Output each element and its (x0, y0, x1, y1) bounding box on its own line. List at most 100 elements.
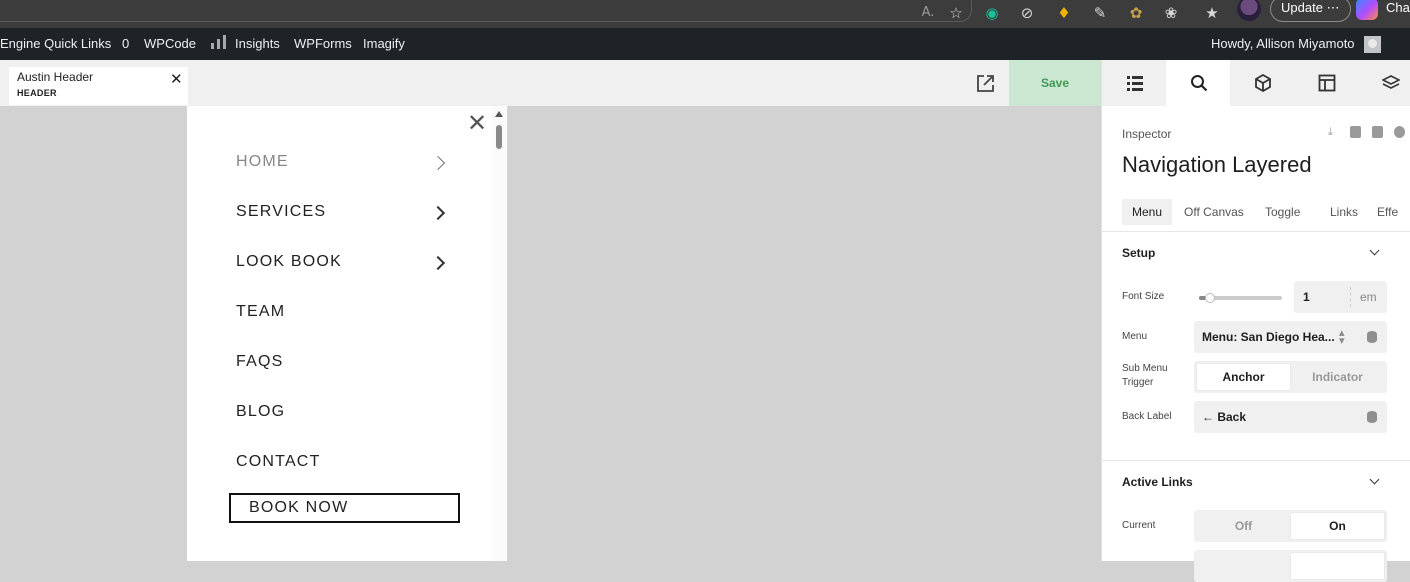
browser-toolbar: A. ☆ ◉ ⊘ ♦ ✎ ✿ ❀ ★ Update ⋯ Chat (0, 0, 1410, 28)
insights-menu[interactable]: Insights (235, 28, 280, 60)
tab-inspector[interactable] (1166, 60, 1230, 106)
chevron-down-icon[interactable] (1369, 245, 1380, 256)
scrollbar-thumb[interactable] (496, 125, 502, 149)
option-off[interactable]: Off (1197, 513, 1290, 539)
menu-item-blog[interactable]: BLOG (236, 403, 285, 421)
update-button[interactable]: Update ⋯ (1270, 0, 1351, 22)
font-size-unit[interactable]: em (1360, 290, 1377, 304)
font-size-value[interactable]: 1 (1303, 290, 1310, 304)
menu-item-home[interactable]: HOME (236, 153, 289, 171)
select-arrows-icon: ▴ ▾ (1339, 326, 1345, 347)
wpforms-menu[interactable]: WPForms (294, 28, 352, 60)
menu-item-contact[interactable]: CONTACT (236, 453, 321, 471)
tab-layers[interactable] (1358, 60, 1410, 106)
dynamic-data-icon[interactable] (1367, 411, 1377, 423)
inspector-panel: Inspector ⤓ Navigation Layered Menu Off … (1101, 60, 1410, 582)
color-extension-icon[interactable]: ♦ (1054, 3, 1074, 23)
move-up-icon[interactable]: ⤓ (1328, 126, 1339, 138)
offcanvas-menu-panel: ✕ HOME SERVICES LOOK BOOK TEAM FAQS BLOG… (187, 106, 507, 561)
menu-item-team[interactable]: TEAM (236, 303, 285, 321)
document-tab[interactable]: Austin Header HEADER ✕ (9, 67, 188, 105)
address-bar-edge (0, 0, 972, 22)
gear-icon[interactable] (1394, 126, 1405, 138)
menu-select[interactable]: Menu: San Diego Hea... ▴ ▾ (1194, 321, 1387, 353)
divider (1350, 287, 1351, 307)
preview-canvas (0, 106, 1101, 561)
quick-links-menu[interactable]: Engine Quick Links (0, 28, 111, 60)
setup-section-title: Setup (1122, 246, 1156, 260)
favorites-list-icon[interactable]: ★ (1202, 3, 1222, 23)
pen-extension-icon[interactable]: ✎ (1090, 3, 1110, 23)
scrollbar[interactable] (492, 106, 506, 561)
option-anchor[interactable]: Anchor (1197, 364, 1290, 390)
tab-elements[interactable] (1230, 60, 1294, 106)
profile-avatar[interactable] (1237, 0, 1261, 21)
list-icon (1127, 76, 1143, 91)
tab-toggle[interactable]: Toggle (1255, 199, 1310, 225)
dynamic-data-icon[interactable] (1367, 331, 1377, 343)
submenu-trigger-toggle[interactable]: Anchor Indicator (1194, 361, 1387, 393)
chevron-right-icon[interactable] (430, 255, 446, 271)
favorite-star-icon[interactable]: ☆ (946, 3, 966, 23)
chevron-down-icon[interactable] (1369, 474, 1380, 485)
comments-count[interactable]: 0 (122, 28, 129, 60)
current-label: Current (1122, 520, 1156, 531)
save-button[interactable]: Save (1009, 60, 1101, 106)
layers-icon (1382, 75, 1400, 89)
font-size-slider[interactable] (1199, 293, 1282, 303)
document-title: Austin Header (17, 70, 94, 84)
external-link-icon[interactable] (976, 74, 995, 93)
option-indicator[interactable]: Indicator (1291, 364, 1384, 390)
option-partial[interactable] (1291, 553, 1384, 579)
inspector-subtabs: Menu Off Canvas Toggle Links Effe (1122, 199, 1410, 225)
chevron-right-icon[interactable] (430, 205, 446, 221)
back-label-value[interactable]: ← Back (1202, 410, 1246, 424)
close-tab-icon[interactable]: ✕ (170, 70, 183, 88)
imagify-menu[interactable]: Imagify (363, 28, 405, 60)
search-icon (1191, 75, 1208, 92)
back-label-input[interactable]: ← Back (1194, 401, 1387, 433)
builder-topbar: Austin Header HEADER ✕ Save (0, 60, 1101, 106)
extensions-puzzle-icon[interactable]: ❀ (1161, 3, 1181, 23)
tab-effects[interactable]: Effe (1367, 199, 1408, 225)
insights-chart-icon (211, 35, 227, 49)
current-toggle[interactable]: Off On (1194, 510, 1387, 542)
layout-icon (1318, 74, 1336, 92)
chevron-right-icon[interactable] (430, 155, 446, 171)
document-type: HEADER (17, 88, 57, 98)
chat-button[interactable]: Chat (1386, 0, 1410, 16)
box-icon (1255, 74, 1271, 92)
user-avatar[interactable] (1364, 36, 1381, 53)
next-toggle-partial[interactable] (1194, 550, 1387, 582)
back-label-label: Back Label (1122, 411, 1172, 422)
read-aloud-icon[interactable]: A. (918, 3, 938, 23)
tab-layout[interactable] (1294, 60, 1358, 106)
menu-item-look-book[interactable]: LOOK BOOK (236, 253, 342, 271)
account-greeting[interactable]: Howdy, Allison Miyamoto (1211, 28, 1355, 60)
slider-handle[interactable] (1205, 293, 1215, 303)
active-links-section-title: Active Links (1122, 475, 1193, 489)
wp-admin-bar: Engine Quick Links 0 WPCode Insights WPF… (0, 28, 1410, 60)
copilot-icon[interactable] (1356, 0, 1378, 20)
scroll-up-arrow-icon[interactable] (495, 111, 503, 117)
close-offcanvas-icon[interactable]: ✕ (467, 110, 487, 136)
wpcode-menu[interactable]: WPCode (144, 28, 196, 60)
bug-extension-icon[interactable]: ✿ (1126, 3, 1146, 23)
menu-item-services[interactable]: SERVICES (236, 203, 326, 221)
active-links-section-header[interactable]: Active Links (1102, 460, 1410, 504)
inspector-label: Inspector (1122, 127, 1172, 141)
grammarly-icon[interactable]: ◉ (982, 3, 1002, 23)
font-size-input[interactable]: 1 em (1294, 281, 1387, 313)
book-now-button[interactable]: BOOK NOW (229, 493, 460, 523)
tab-structure[interactable] (1102, 60, 1166, 106)
option-on[interactable]: On (1291, 513, 1384, 539)
trash-icon[interactable] (1372, 126, 1383, 138)
tab-menu[interactable]: Menu (1122, 199, 1173, 225)
element-title: Navigation Layered (1122, 152, 1312, 177)
compass-icon[interactable]: ⊘ (1017, 3, 1037, 23)
setup-section-header[interactable]: Setup (1102, 231, 1410, 275)
tab-off-canvas[interactable]: Off Canvas (1174, 199, 1254, 225)
tab-links[interactable]: Links (1320, 199, 1368, 225)
duplicate-icon[interactable] (1350, 126, 1361, 138)
menu-item-faqs[interactable]: FAQS (236, 353, 283, 371)
